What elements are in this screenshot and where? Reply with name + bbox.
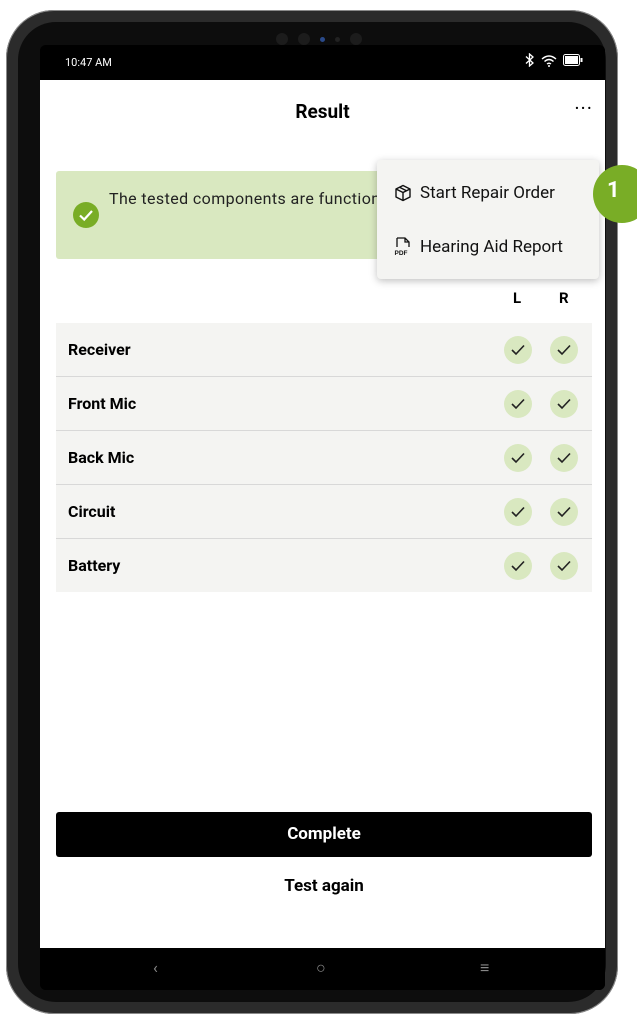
status-bar: 10:47 AM [40,45,605,80]
test-again-button[interactable]: Test again [56,876,592,896]
pdf-icon: PDF [395,237,410,257]
left-check-icon [504,444,532,472]
left-check-icon [504,498,532,526]
wifi-icon [541,54,557,67]
complete-button[interactable]: Complete [56,812,592,857]
component-name: Circuit [68,502,116,521]
right-check-icon [550,444,578,472]
component-list: Receiver Front Mic Back Mic Circuit Batt [56,323,592,592]
component-row: Battery [56,539,592,592]
screen: 10:47 AM Result ··· The tested component… [40,45,605,990]
menu-item-label: Start Repair Order [420,183,555,203]
result-page: Result ··· The tested components are fun… [40,80,605,948]
column-header-right: R [559,289,569,307]
component-name: Battery [68,556,121,575]
left-check-icon [504,552,532,580]
component-name: Receiver [68,340,131,359]
recents-nav-icon[interactable]: ≡ [480,958,489,978]
right-check-icon [550,552,578,580]
bluetooth-icon [525,53,534,67]
component-row: Circuit [56,485,592,539]
left-check-icon [504,390,532,418]
right-check-icon [550,390,578,418]
system-nav-bar: ‹ ○ ≡ [40,948,605,990]
component-row: Back Mic [56,431,592,485]
status-time: 10:47 AM [65,56,112,69]
menu-item-start-repair-order[interactable]: Start Repair Order [394,183,555,203]
right-check-icon [550,498,578,526]
menu-item-hearing-aid-report[interactable]: PDF Hearing Aid Report [394,237,563,257]
success-check-icon [73,202,99,228]
status-icons [525,53,583,67]
overflow-menu: Start Repair Order PDF Hearing Aid Repor… [377,160,599,279]
back-nav-icon[interactable]: ‹ [153,958,158,977]
front-camera [276,32,386,46]
more-menu-button[interactable]: ··· [574,96,593,120]
battery-icon [563,54,583,66]
svg-text:PDF: PDF [395,250,408,257]
component-name: Front Mic [68,394,137,413]
right-check-icon [550,336,578,364]
component-row: Front Mic [56,377,592,431]
column-header-left: L [513,289,522,307]
component-row: Receiver [56,323,592,377]
menu-item-label: Hearing Aid Report [420,237,563,257]
package-icon [395,184,411,202]
home-nav-icon[interactable]: ○ [316,958,326,978]
page-title: Result [295,100,350,123]
component-name: Back Mic [68,448,135,467]
left-check-icon [504,336,532,364]
